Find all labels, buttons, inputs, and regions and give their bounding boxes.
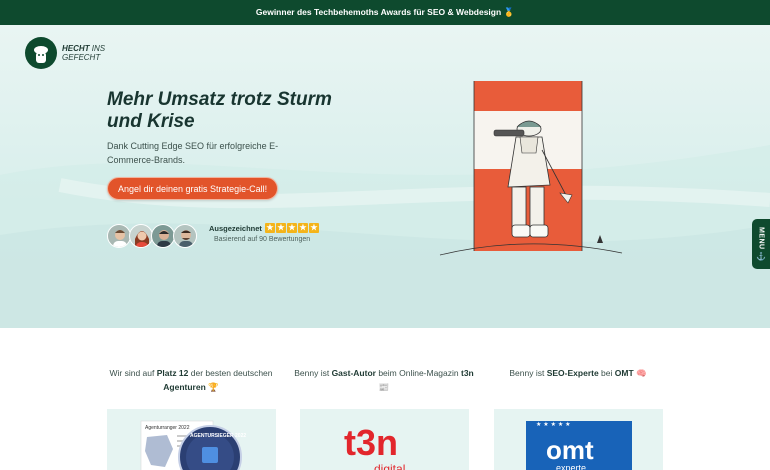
t3n-logo-text: t3n — [344, 422, 398, 463]
fisherman-with-flag-illustration — [439, 81, 623, 256]
hero-subline: Dank Cutting Edge SEO für erfolgreiche E… — [107, 141, 279, 165]
omt-logo-sub: experte — [556, 463, 586, 470]
omt-logo-text: omt — [546, 435, 594, 465]
t3n-card[interactable]: t3n digital — [300, 409, 469, 470]
credential-agency-text: Wir sind auf Platz 12 der besten deutsch… — [109, 368, 273, 392]
agency-seal-text: AGENTURSIEGER 2022 — [190, 433, 246, 439]
team-avatars — [107, 224, 197, 248]
credential-omt-text: Benny ist SEO-Experte bei OMT 🧠 — [509, 368, 647, 378]
side-menu-button[interactable]: MENU ⚓ — [752, 219, 770, 269]
rating-widget: Ausgezeichnet ★ ★ ★ ★ ★ Basierend auf 90… — [209, 223, 320, 243]
star-icon: ★ — [275, 223, 286, 233]
t3n-logo: t3n digital — [344, 422, 405, 470]
rating-count: Basierend auf 90 Bewertungen — [214, 236, 311, 243]
logo-text-ins: INS — [91, 44, 106, 53]
credentials-section: Wir sind auf Platz 12 der besten deutsch… — [0, 328, 770, 470]
avatar — [173, 224, 197, 248]
omt-logo: ★ ★ ★ ★ ★ omt experte — [526, 421, 632, 470]
rating-stars: ★ ★ ★ ★ ★ — [264, 223, 320, 233]
logo-text-gefecht: GEFECHT — [62, 53, 101, 62]
award-announcement-text: Gewinner des Techbehemoths Awards für SE… — [255, 7, 515, 17]
star-icon: ★ — [286, 223, 297, 233]
hero-headline: Mehr Umsatz trotz Sturm und Krise — [107, 89, 332, 132]
svg-text:★ ★ ★ ★ ★: ★ ★ ★ ★ ★ — [536, 421, 571, 428]
menu-label: MENU — [757, 226, 765, 250]
t3n-logo-sub: digital — [374, 462, 405, 470]
award-announcement-bar: Gewinner des Techbehemoths Awards für SE… — [0, 0, 770, 25]
anchor-icon: ⚓ — [756, 252, 766, 262]
avatar — [129, 224, 153, 248]
star-icon: ★ — [264, 223, 275, 233]
rating-title: Ausgezeichnet — [209, 223, 262, 233]
brand-logo[interactable]: HECHT INS GEFECHT — [25, 37, 105, 69]
agency-ranking-image: Agenturranger 2022 AGENTURSIEGER 2022 — [140, 420, 246, 470]
agency-ranking-title: Agenturranger 2022 — [145, 425, 190, 431]
avatar — [151, 224, 175, 248]
fisherman-logo-icon — [25, 37, 57, 69]
avatar — [107, 224, 131, 248]
hero-section: HECHT INS GEFECHT Mehr Umsatz trotz Stur… — [0, 25, 770, 328]
brand-logo-wordmark: HECHT INS GEFECHT — [62, 44, 105, 62]
credential-t3n-text: Benny ist Gast-Autor beim Online-Magazin… — [294, 368, 474, 392]
omt-card[interactable]: ★ ★ ★ ★ ★ omt experte — [494, 409, 663, 470]
logo-text-hecht: HECHT — [62, 44, 90, 53]
agency-ranking-card[interactable]: Agenturranger 2022 AGENTURSIEGER 2022 — [107, 409, 276, 470]
star-icon: ★ — [308, 223, 319, 233]
strategy-call-button[interactable]: Angel dir deinen gratis Strategie-Call! — [107, 177, 279, 200]
star-icon: ★ — [297, 223, 308, 233]
